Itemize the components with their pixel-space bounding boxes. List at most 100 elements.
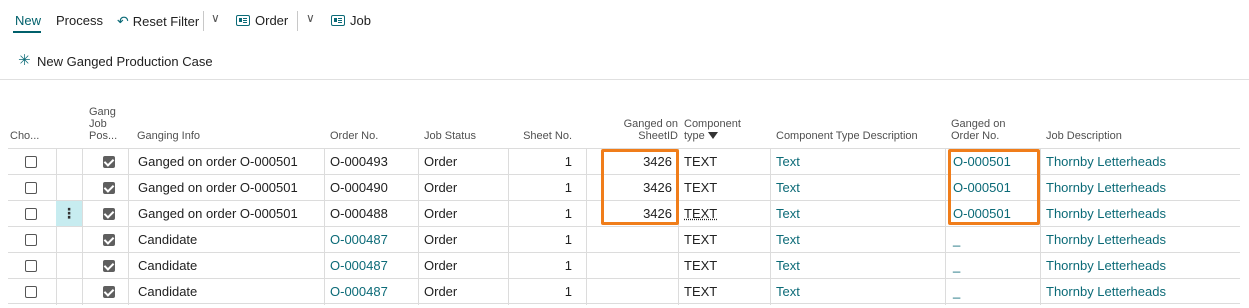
sheet-no-cell: 1 <box>564 284 572 299</box>
choose-checkbox[interactable] <box>25 260 37 272</box>
chevron-down-icon[interactable]: ∨ <box>306 11 315 25</box>
component-type-cell[interactable]: TEXT <box>684 154 717 170</box>
table-row[interactable]: Candidate O-000487 Order 1 TEXT Text _ T… <box>8 252 1240 279</box>
order-button[interactable]: Order <box>236 13 288 29</box>
chevron-down-icon[interactable]: ∨ <box>211 11 220 25</box>
choose-checkbox[interactable] <box>25 234 37 246</box>
gang-pos-checkbox[interactable] <box>103 156 115 168</box>
order-no-cell[interactable]: O-000487 <box>330 258 388 274</box>
sheetid-highlight-box <box>601 149 679 225</box>
choose-checkbox[interactable] <box>25 182 37 194</box>
reset-filter-button[interactable]: ↶ Reset Filter <box>117 13 199 30</box>
table-view-icon <box>331 15 345 26</box>
order-label: Order <box>255 13 289 28</box>
active-tab-underline <box>13 31 41 33</box>
col-choose[interactable]: Cho... <box>10 130 39 142</box>
component-desc-cell[interactable]: Text <box>776 180 800 196</box>
undo-arrow-icon: ↶ <box>117 13 129 29</box>
job-desc-cell[interactable]: Thornby Letterheads <box>1046 232 1166 248</box>
order-no-cell: O-000490 <box>330 180 388 195</box>
component-type-cell[interactable]: TEXT <box>684 258 717 274</box>
vertical-ellipsis-icon[interactable]: ⋮ <box>56 201 82 226</box>
col-ganged-on-sheetid[interactable]: Ganged on SheetID <box>602 118 678 142</box>
col-job-status[interactable]: Job Status <box>424 130 476 142</box>
col-gang-job-pos-line2: Job <box>89 118 107 130</box>
ganged-order-cell[interactable]: _ <box>953 284 960 300</box>
component-type-cell[interactable]: TEXT <box>684 206 717 222</box>
component-type-cell[interactable]: TEXT <box>684 284 717 300</box>
table-view-icon <box>236 15 250 26</box>
sheet-no-cell: 1 <box>564 154 572 169</box>
action-process[interactable]: Process <box>56 13 103 29</box>
job-desc-cell[interactable]: Thornby Letterheads <box>1046 258 1166 274</box>
ganged-order-cell[interactable]: _ <box>953 232 960 248</box>
component-desc-cell[interactable]: Text <box>776 232 800 248</box>
job-button[interactable]: Job <box>331 13 371 29</box>
job-status-cell: Order <box>424 258 458 273</box>
component-type-cell[interactable]: TEXT <box>684 232 717 248</box>
col-component-type[interactable]: Component type <box>684 118 741 142</box>
sheet-no-cell: 1 <box>564 232 572 247</box>
order-no-cell[interactable]: O-000487 <box>330 284 388 300</box>
job-status-cell: Order <box>424 180 458 195</box>
job-status-cell: Order <box>424 154 458 169</box>
job-status-cell: Order <box>424 284 458 299</box>
component-desc-cell[interactable]: Text <box>776 206 800 222</box>
asterisk-new-icon: ✳ <box>18 52 31 69</box>
action-new[interactable]: New <box>15 13 41 29</box>
order-no-cell: O-000493 <box>330 154 388 169</box>
col-component-type-description[interactable]: Component Type Description <box>776 130 918 142</box>
sheet-no-cell: 1 <box>564 180 572 195</box>
job-status-cell: Order <box>424 206 458 221</box>
col-ganged-order-line1: Ganged on <box>951 118 1006 130</box>
col-component-type-line1: Component <box>684 118 741 130</box>
col-component-type-line2: type <box>684 130 705 142</box>
choose-checkbox[interactable] <box>25 156 37 168</box>
component-desc-cell[interactable]: Text <box>776 258 800 274</box>
filter-funnel-icon[interactable] <box>707 132 718 139</box>
col-ganged-on-order-no[interactable]: Ganged on Order No. <box>951 118 1005 142</box>
col-ganged-sheet-line1: Ganged on <box>623 118 678 130</box>
gang-pos-checkbox[interactable] <box>103 260 115 272</box>
job-desc-cell[interactable]: Thornby Letterheads <box>1046 154 1166 170</box>
sheet-no-cell: 1 <box>564 258 572 273</box>
action-bar: New Process ↶ Reset Filter ∨ Order ∨ Job <box>0 0 1249 42</box>
col-ganged-sheet-line2: SheetID <box>638 130 678 142</box>
component-desc-cell[interactable]: Text <box>776 284 800 300</box>
gang-pos-checkbox[interactable] <box>103 182 115 194</box>
component-desc-cell[interactable]: Text <box>776 154 800 170</box>
separator <box>203 11 204 31</box>
ganging-info-cell: Candidate <box>138 232 198 247</box>
col-ganging-info[interactable]: Ganging Info <box>137 130 200 142</box>
new-ganged-production-case-button[interactable]: New Ganged Production Case <box>37 54 213 69</box>
col-gang-job-pos-line3: Pos... <box>89 130 118 142</box>
job-label: Job <box>350 13 371 28</box>
separator <box>297 11 298 31</box>
col-sheet-no[interactable]: Sheet No. <box>508 130 572 142</box>
job-status-cell: Order <box>424 232 458 247</box>
component-type-cell[interactable]: TEXT <box>684 180 717 196</box>
ganging-info-cell: Candidate <box>138 284 198 299</box>
job-desc-cell[interactable]: Thornby Letterheads <box>1046 180 1166 196</box>
sheet-no-cell: 1 <box>564 206 572 221</box>
gang-pos-checkbox[interactable] <box>103 208 115 220</box>
choose-checkbox[interactable] <box>25 208 37 220</box>
ganging-info-cell: Ganged on order O-000501 <box>138 206 298 221</box>
table-row[interactable]: Candidate O-000487 Order 1 TEXT Text _ T… <box>8 278 1240 305</box>
job-desc-cell[interactable]: Thornby Letterheads <box>1046 206 1166 222</box>
order-no-cell[interactable]: O-000487 <box>330 232 388 248</box>
ganging-info-cell: Candidate <box>138 258 198 273</box>
col-gang-job-pos[interactable]: Gang Job Pos... <box>89 106 117 142</box>
col-gang-job-pos-line1: Gang <box>89 106 116 118</box>
ganged-order-highlight-box <box>948 149 1040 225</box>
choose-checkbox[interactable] <box>25 286 37 298</box>
ganged-order-cell[interactable]: _ <box>953 258 960 274</box>
gang-pos-checkbox[interactable] <box>103 286 115 298</box>
col-job-description[interactable]: Job Description <box>1046 130 1122 142</box>
grid-header: Cho... Gang Job Pos... Ganging Info Orde… <box>8 96 1240 150</box>
gang-pos-checkbox[interactable] <box>103 234 115 246</box>
col-order-no[interactable]: Order No. <box>330 130 378 142</box>
job-desc-cell[interactable]: Thornby Letterheads <box>1046 284 1166 300</box>
order-no-cell: O-000488 <box>330 206 388 221</box>
table-row[interactable]: Candidate O-000487 Order 1 TEXT Text _ T… <box>8 226 1240 253</box>
